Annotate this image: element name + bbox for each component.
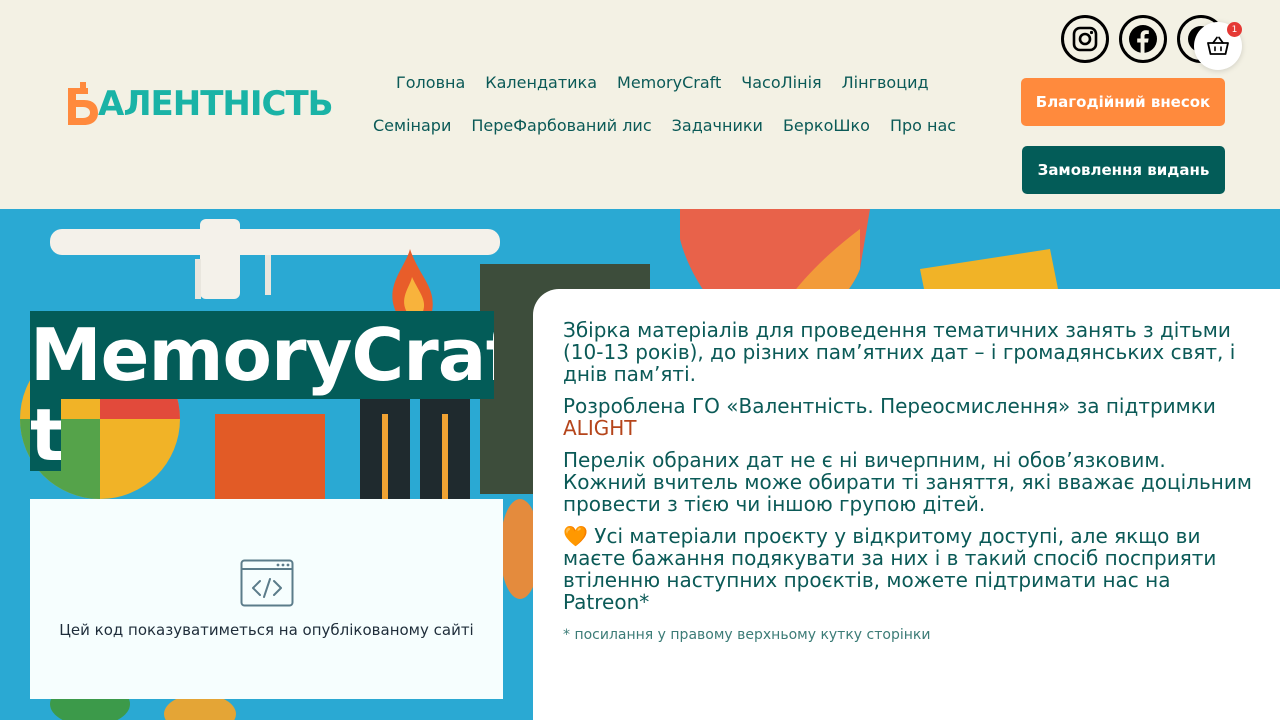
cart-count-badge: 1 xyxy=(1227,22,1242,37)
nav-item-calendatyka[interactable]: Календатика xyxy=(485,73,597,92)
nav-item-berkoshko[interactable]: БеркоШко xyxy=(783,116,870,135)
logo-text: АЛЕНТНІСТЬ xyxy=(98,84,334,124)
description-paragraph-4-text: Усі матеріали проєкту у відкритому досту… xyxy=(563,524,1217,614)
description-paragraph-2-text: Розроблена ГО «Валентність. Переосмислен… xyxy=(563,394,1216,418)
page-title-block: MemoryCraf t xyxy=(30,311,494,471)
site-logo[interactable]: АЛЕНТНІСТЬ xyxy=(66,82,334,126)
embed-placeholder-text: Цей код показуватиметься на опубліковано… xyxy=(59,621,474,639)
nav-item-zadachnyky[interactable]: Задачники xyxy=(672,116,763,135)
nav-item-about[interactable]: Про нас xyxy=(890,116,956,135)
nav-item-home[interactable]: Головна xyxy=(396,73,465,92)
description-paragraph-3: Перелік обраних дат не є ні вичерпним, н… xyxy=(563,448,1252,516)
order-publications-button[interactable]: Замовлення видань xyxy=(1022,146,1225,194)
nav-item-seminars[interactable]: Семінари xyxy=(373,116,451,135)
site-header: АЛЕНТНІСТЬ Головна Календатика MemoryCra… xyxy=(0,0,1280,209)
instagram-link[interactable] xyxy=(1061,15,1109,63)
nav-item-lingvotsyd[interactable]: Лінгвоцид xyxy=(842,73,929,92)
basket-icon xyxy=(1207,36,1229,55)
main-nav-row-1: Головна Календатика MemoryCraft ЧасоЛіні… xyxy=(396,73,929,92)
description-paragraph-1: Збірка матеріалів для проведення тематич… xyxy=(563,318,1236,386)
footnote: * посилання у правому верхньому кутку ст… xyxy=(563,627,931,643)
nav-item-memorycraft[interactable]: MemoryCraft xyxy=(617,73,721,92)
donate-button[interactable]: Благодійний внесок xyxy=(1021,78,1225,126)
nav-item-chasoliniya[interactable]: ЧасоЛінія xyxy=(741,73,821,92)
facebook-icon xyxy=(1129,25,1157,54)
embed-code-placeholder: Цей код показуватиметься на опубліковано… xyxy=(30,499,503,699)
description-paragraph-2: Розроблена ГО «Валентність. Переосмислен… xyxy=(563,395,1253,439)
project-description-card: Збірка матеріалів для проведення тематич… xyxy=(533,289,1280,720)
logo-letter-mark xyxy=(66,82,100,126)
alight-link[interactable]: ALIGHT xyxy=(563,416,636,440)
page-title-line-1: MemoryCraf xyxy=(30,311,494,399)
page-title-line-2: t xyxy=(30,399,61,471)
main-nav-row-2: Семінари ПереФарбований лис Задачники Бе… xyxy=(373,116,956,135)
orange-heart-icon: 🧡 xyxy=(563,524,588,548)
nav-item-perefarbovanyi-lys[interactable]: ПереФарбований лис xyxy=(471,116,651,135)
cart-button[interactable]: 1 xyxy=(1194,22,1242,70)
instagram-icon xyxy=(1072,26,1098,52)
facebook-link[interactable] xyxy=(1119,15,1167,63)
description-paragraph-4: 🧡 Усі матеріали проєкту у відкритому дос… xyxy=(563,525,1253,613)
code-embed-icon xyxy=(240,559,293,607)
